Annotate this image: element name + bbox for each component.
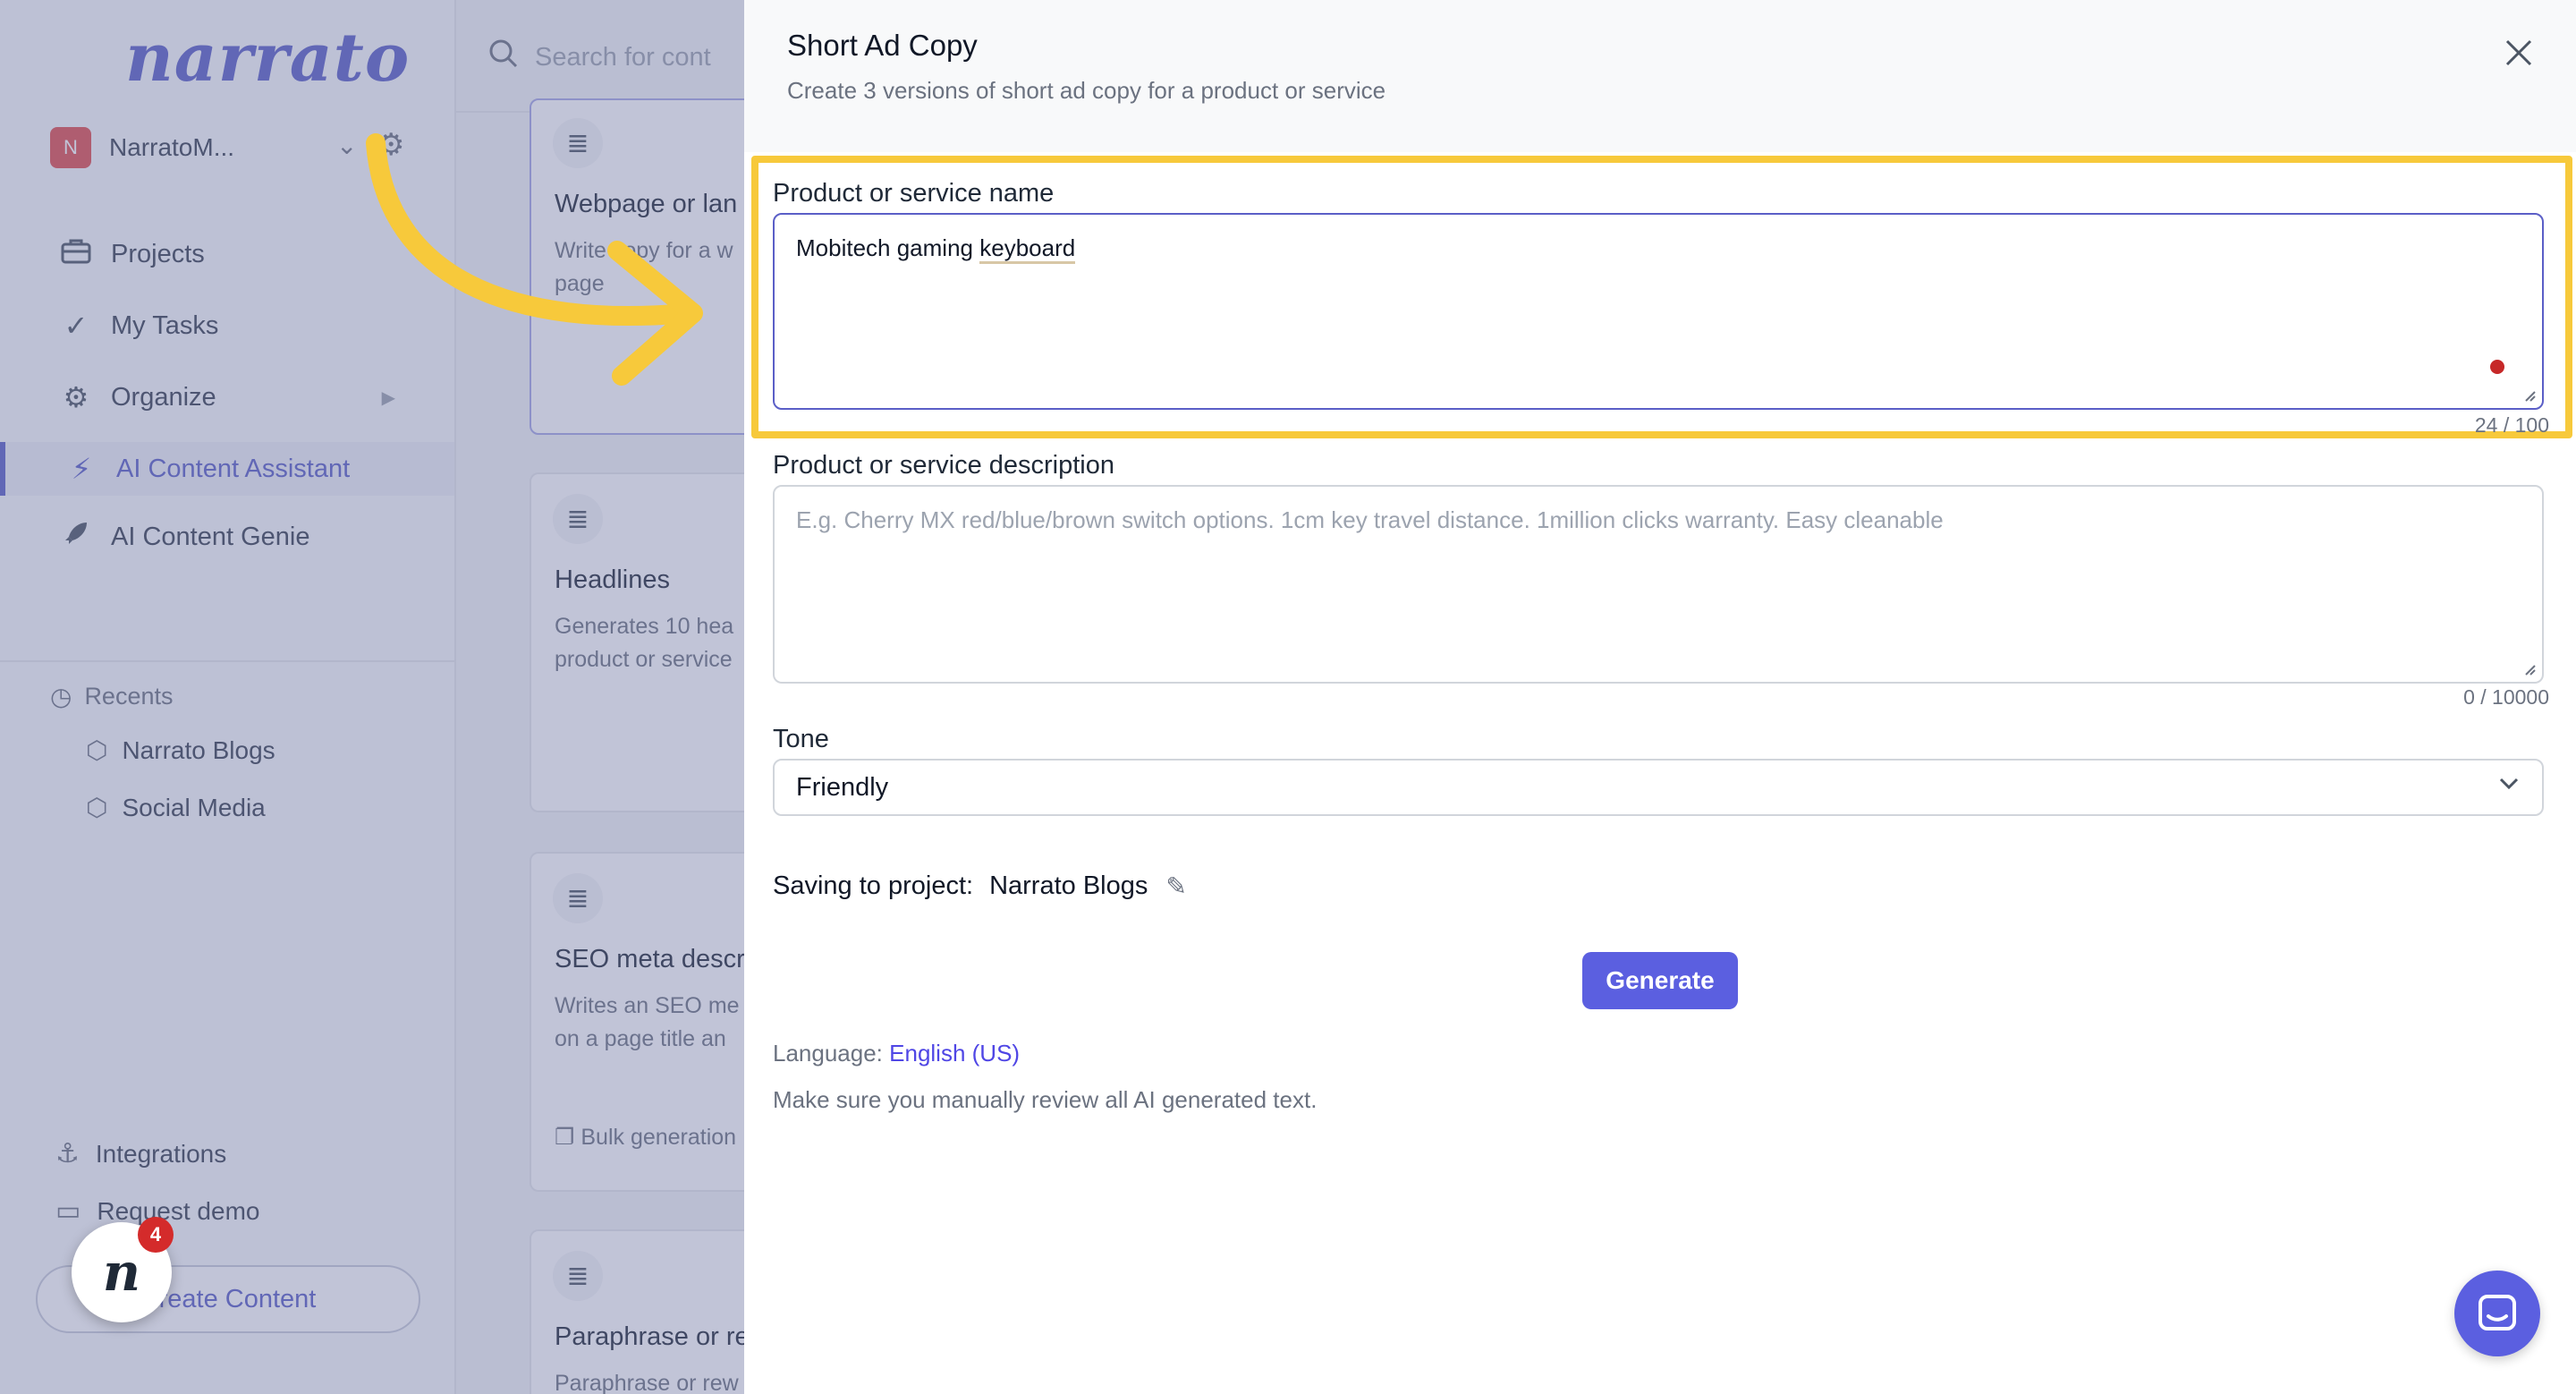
tone-value: Friendly: [796, 772, 889, 802]
panel-title: Short Ad Copy: [787, 29, 978, 62]
resize-grip-icon[interactable]: [2522, 662, 2537, 676]
saving-project-name: Narrato Blogs: [989, 871, 1148, 900]
chat-letter: n: [102, 1242, 141, 1303]
product-description-counter: 0 / 10000: [2463, 685, 2549, 709]
tone-select[interactable]: Friendly: [773, 759, 2544, 816]
chevron-down-icon: [2497, 771, 2521, 801]
short-ad-copy-panel: Short Ad Copy Create 3 versions of short…: [744, 0, 2576, 1394]
notification-badge: 4: [138, 1217, 174, 1253]
annotation-arrow-icon: [366, 133, 703, 386]
product-name-value: Mobitech gaming keyboard: [796, 234, 1076, 264]
generate-button[interactable]: Generate: [1582, 952, 1738, 1009]
product-name-counter: 24 / 100: [2474, 413, 2549, 437]
language-info: Language: English (US): [773, 1040, 1020, 1067]
saving-to-project: Saving to project: Narrato Blogs ✎: [773, 871, 1187, 901]
saving-label: Saving to project:: [773, 871, 974, 900]
spellcheck-dot-icon: [2490, 360, 2504, 374]
intercom-chat-button[interactable]: [2454, 1271, 2540, 1356]
language-label: Language:: [773, 1040, 883, 1067]
chat-icon: [2479, 1295, 2516, 1330]
panel-subtitle: Create 3 versions of short ad copy for a…: [787, 77, 1386, 104]
product-name-label: Product or service name: [773, 179, 1055, 208]
review-note: Make sure you manually review all AI gen…: [773, 1086, 1318, 1113]
tone-label: Tone: [773, 725, 829, 753]
product-description-placeholder: E.g. Cherry MX red/blue/brown switch opt…: [796, 506, 1944, 533]
language-link[interactable]: English (US): [889, 1040, 1020, 1067]
close-icon[interactable]: [2499, 36, 2538, 75]
resize-grip-icon[interactable]: [2522, 388, 2537, 403]
product-name-field[interactable]: Mobitech gaming keyboard: [773, 213, 2544, 410]
product-description-label: Product or service description: [773, 451, 1114, 480]
edit-icon[interactable]: ✎: [1165, 871, 1186, 901]
product-description-field[interactable]: E.g. Cherry MX red/blue/brown switch opt…: [773, 485, 2544, 684]
panel-header: Short Ad Copy Create 3 versions of short…: [744, 0, 2576, 152]
